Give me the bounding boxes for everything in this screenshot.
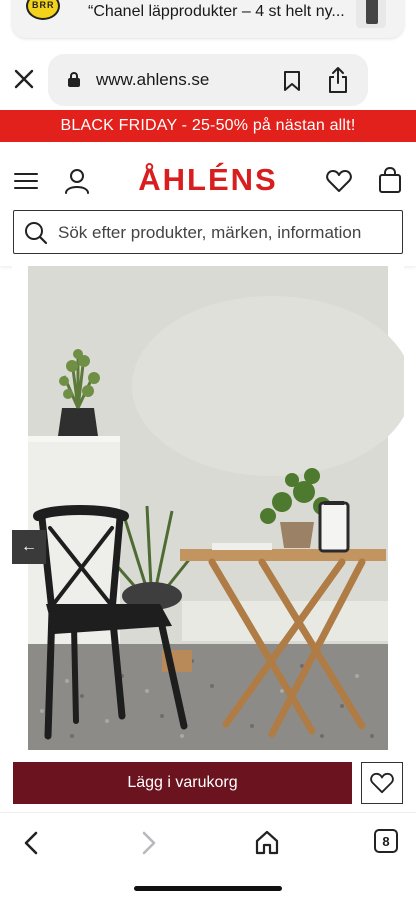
add-to-cart-button[interactable]: Lägg i varukorg (13, 762, 352, 804)
search-input[interactable]: Sök efter produkter, märken, information (13, 210, 403, 254)
search-icon (25, 222, 48, 245)
site-header: ÅHLÉNS Sök efter produkter, märken, info… (0, 142, 416, 266)
close-icon (14, 69, 34, 89)
notification-app-icon: BRR (26, 0, 60, 20)
promo-banner[interactable]: BLACK FRIDAY - 25-50% på nästan allt! (0, 110, 416, 142)
page: BRR “Chanel läpprodukter – 4 st helt ny.… (0, 0, 416, 900)
arrow-left-icon: ← (21, 538, 37, 555)
notification-banner[interactable]: BRR “Chanel läpprodukter – 4 st helt ny.… (12, 0, 404, 38)
search-placeholder: Sök efter produkter, märken, information (58, 223, 362, 242)
previous-image-button[interactable]: ← (12, 530, 46, 564)
menu-icon[interactable] (14, 173, 38, 189)
logo: ÅHLÉNS (0, 162, 416, 198)
product-image[interactable] (12, 266, 404, 750)
logo-text[interactable]: ÅHLÉNS (138, 162, 277, 197)
url-text: www.ahlens.se (96, 70, 210, 89)
address-bar[interactable]: www.ahlens.se (48, 54, 368, 106)
wishlist-button[interactable] (361, 762, 403, 804)
bookmark-icon[interactable] (282, 70, 302, 92)
product-photo (12, 266, 404, 750)
tabs-button[interactable]: 8 (374, 829, 398, 853)
heart-icon[interactable] (326, 169, 352, 193)
notification-text: “Chanel läpprodukter – 4 st helt ny... (88, 3, 345, 20)
close-tab-button[interactable] (10, 64, 38, 94)
forward-icon[interactable] (140, 831, 158, 855)
home-indicator (134, 886, 282, 891)
lock-icon (68, 72, 80, 87)
shopping-bag-icon[interactable] (378, 167, 402, 193)
notification-thumbnail (356, 0, 386, 28)
home-icon[interactable] (254, 829, 280, 855)
user-icon[interactable] (64, 168, 90, 194)
notification-logo-text: BRR (32, 0, 55, 10)
heart-icon (370, 772, 394, 794)
back-icon[interactable] (22, 831, 40, 855)
share-icon[interactable] (326, 66, 350, 94)
